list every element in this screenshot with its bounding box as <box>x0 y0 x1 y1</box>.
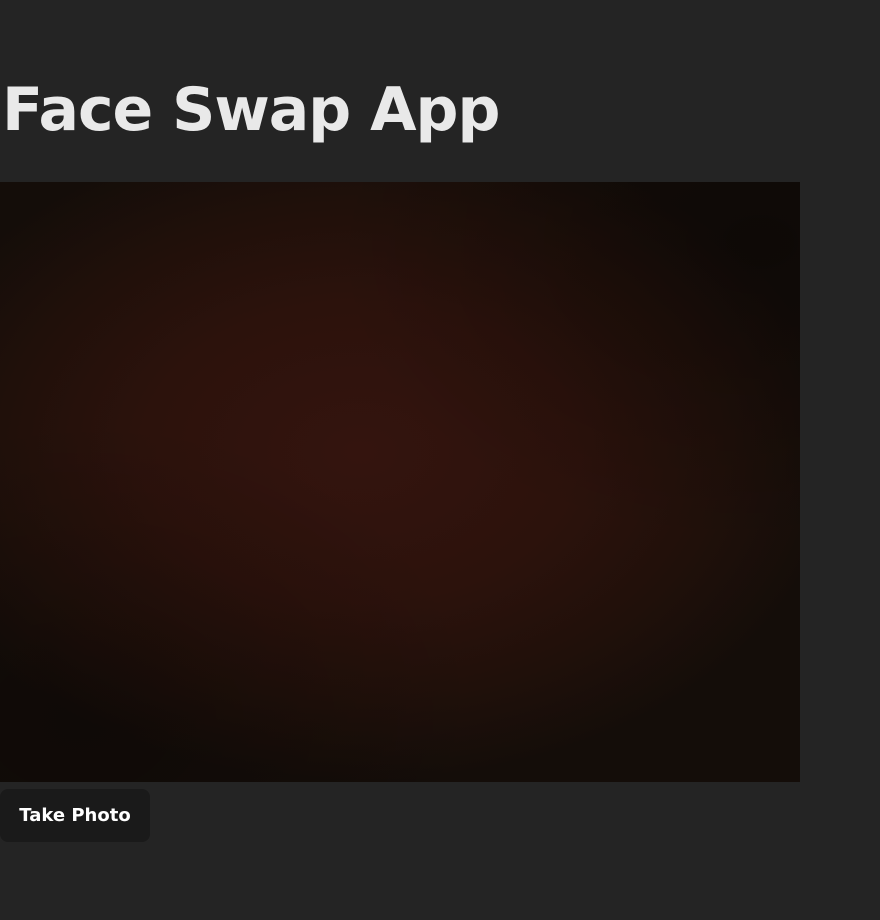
camera-preview-video <box>0 182 800 782</box>
take-photo-button[interactable]: Take Photo <box>0 789 150 842</box>
page-title: Face Swap App <box>2 75 500 145</box>
